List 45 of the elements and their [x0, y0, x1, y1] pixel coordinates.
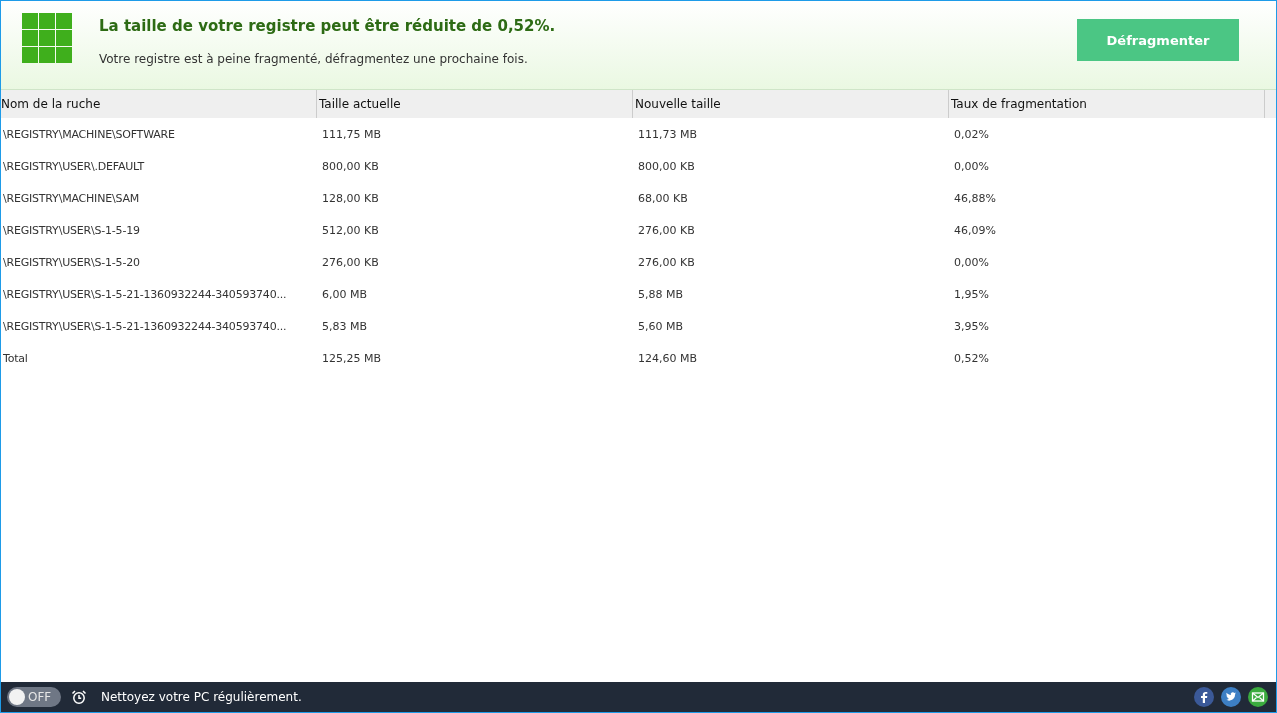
table-cell-text: 512,00 KB [321, 223, 380, 237]
table-cell-text: 5,60 MB [637, 319, 685, 333]
table-cell-text: \REGISTRY\USER\S-1-5-19 [2, 223, 141, 237]
table-cell-text: 1,95% [953, 287, 990, 301]
grid-icon [22, 13, 72, 63]
table-cell-text: 0,00% [953, 159, 990, 173]
table-cell-text: 0,52% [953, 351, 990, 365]
table-cell-text: 276,00 KB [637, 255, 696, 269]
facebook-icon[interactable] [1194, 687, 1214, 707]
table-cell-text: 111,75 MB [321, 127, 383, 141]
schedule-toggle[interactable]: OFF [7, 687, 61, 707]
table-cell-text: 6,00 MB [321, 287, 369, 301]
table-cell-text: 128,00 KB [321, 191, 380, 205]
table-cell-text: 800,00 KB [321, 159, 380, 173]
reminder-text: Nettoyez votre PC régulièrement. [101, 690, 303, 704]
column-header[interactable]: Taux de fragmentation [949, 90, 1265, 118]
table-cell-text: 46,09% [953, 223, 997, 237]
table-cell-text: Total [2, 351, 29, 365]
table-cell-text: 276,00 KB [637, 223, 696, 237]
column-header[interactable]: Taille actuelle [317, 90, 633, 118]
table-cell-text: \REGISTRY\USER\S-1-5-21-1360932244-340593740... [2, 287, 288, 301]
mail-icon[interactable] [1248, 687, 1268, 707]
alarm-clock-icon [71, 689, 87, 705]
table-cell-text: 5,88 MB [637, 287, 685, 301]
table-cell-text: \REGISTRY\USER\.DEFAULT [2, 159, 146, 173]
table-cell-text: \REGISTRY\MACHINE\SAM [2, 191, 141, 205]
column-header[interactable]: Nouvelle taille [633, 90, 949, 118]
twitter-icon[interactable] [1221, 687, 1241, 707]
table-cell-text: \REGISTRY\MACHINE\SOFTWARE [2, 127, 176, 141]
table-cell-text: 125,25 MB [321, 351, 383, 365]
table-cell-text: 3,95% [953, 319, 990, 333]
table-cell-text: \REGISTRY\USER\S-1-5-20 [2, 255, 141, 269]
table-cell-text: 5,83 MB [321, 319, 369, 333]
table-cell-text: 68,00 KB [637, 191, 689, 205]
table-cell-text: 111,73 MB [637, 127, 699, 141]
table-cell-text: 124,60 MB [637, 351, 699, 365]
table-cell-text: 276,00 KB [321, 255, 380, 269]
table-cell-text: 0,02% [953, 127, 990, 141]
table-cell-text: 0,00% [953, 255, 990, 269]
table-cell-text: \REGISTRY\USER\S-1-5-21-1360932244-340593740... [2, 319, 288, 333]
table-cell-text: 800,00 KB [637, 159, 696, 173]
table-cell-text: 46,88% [953, 191, 997, 205]
result-title: La taille de votre registre peut être réduite de 0,52%. [99, 16, 557, 35]
column-header[interactable]: Nom de la ruche [1, 90, 317, 118]
result-description: Votre registre est à peine fragmenté, défragmentez une prochaine fois. [99, 51, 529, 66]
